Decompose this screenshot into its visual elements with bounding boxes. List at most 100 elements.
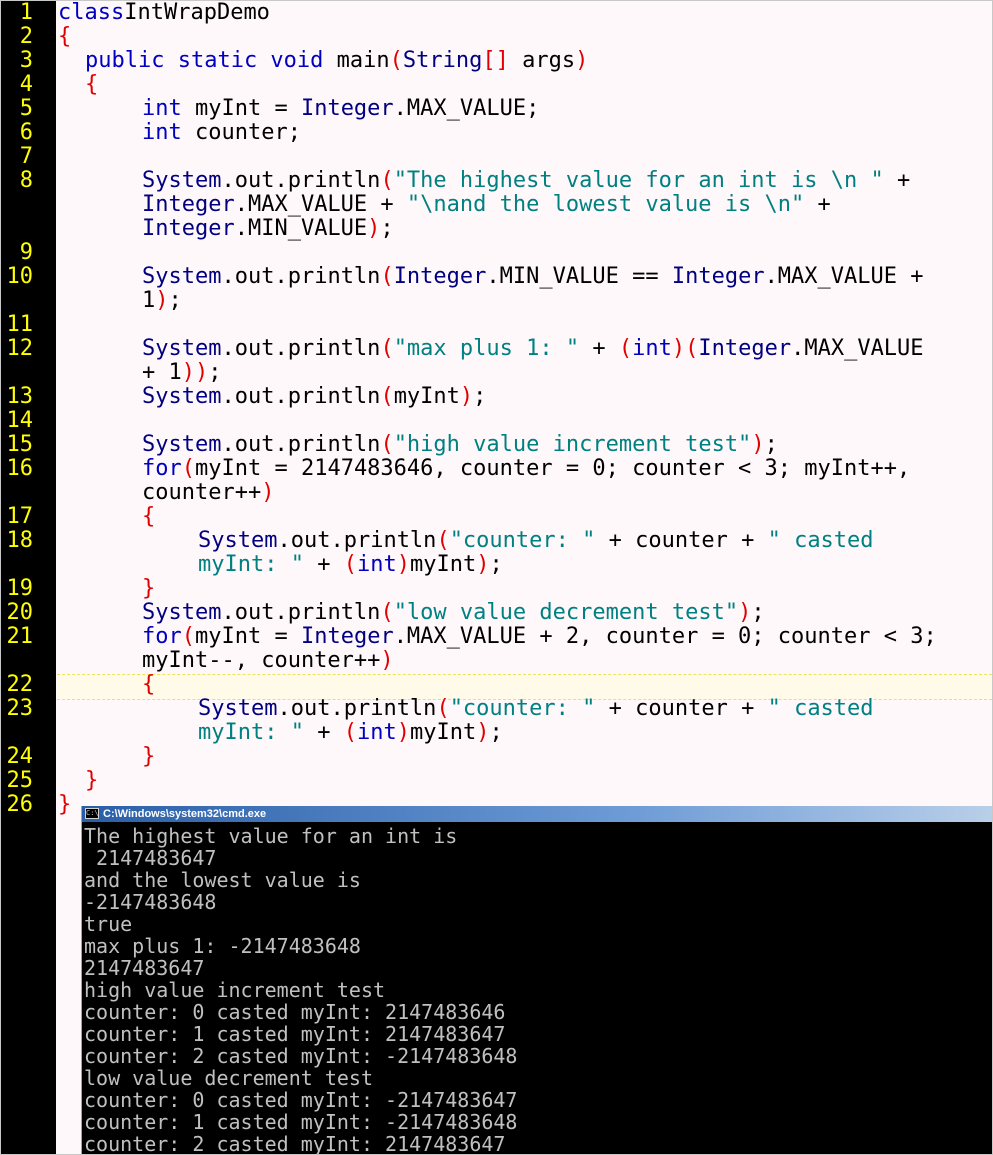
- console-output-line: The highest value for an int is: [84, 824, 458, 848]
- console-titlebar[interactable]: C:\ C:\Windows\system32\cmd.exe: [82, 806, 992, 822]
- code-line[interactable]: counter++): [1, 481, 992, 505]
- code-token: (: [181, 624, 195, 649]
- code-token: int: [142, 120, 195, 145]
- code-line[interactable]: 13 System.out.println(myInt);: [1, 385, 992, 409]
- code-token: {: [142, 672, 156, 697]
- code-token: .out.println: [221, 336, 381, 361]
- line-number: 16: [6, 456, 34, 481]
- code-line[interactable]: 24}: [1, 745, 992, 769]
- code-token: int: [356, 552, 397, 577]
- code-token: .out.println: [221, 168, 381, 193]
- code-text: System.out.println("counter: " + counter…: [198, 529, 874, 553]
- code-line[interactable]: + 1));: [1, 361, 992, 385]
- code-token: .out.println: [277, 696, 437, 721]
- code-text: {: [85, 73, 98, 97]
- code-line[interactable]: Integer.MIN_VALUE);: [1, 217, 992, 241]
- code-line[interactable]: 2{: [1, 25, 992, 49]
- code-line[interactable]: myInt--, counter++): [1, 649, 992, 673]
- code-line[interactable]: 16 for(myInt = 2147483646, counter = 0; c…: [1, 457, 992, 481]
- console-output: The highest value for an int is 21474836…: [84, 824, 989, 1155]
- code-line[interactable]: myInt: " + (int)myInt);: [1, 553, 992, 577]
- code-line[interactable]: 20 System.out.println("low value decremen…: [1, 601, 992, 625]
- line-number: 22: [6, 672, 34, 697]
- code-line[interactable]: 23 System.out.println("counter: " + count…: [1, 697, 992, 721]
- code-token: ;: [168, 288, 182, 313]
- code-token: Integer: [393, 264, 487, 289]
- code-token: Integer: [300, 624, 394, 649]
- line-number: 17: [6, 504, 34, 529]
- code-line[interactable]: 9: [1, 241, 992, 265]
- code-token: for: [142, 456, 182, 481]
- code-text: myInt: " + (int)myInt);: [198, 553, 503, 577]
- code-text: for(myInt = 2147483646, counter = 0; cou…: [142, 457, 910, 481]
- code-line[interactable]: Integer.MAX_VALUE + "\nand the lowest va…: [1, 193, 992, 217]
- code-token: }: [85, 768, 99, 793]
- code-text: Integer.MIN_VALUE);: [142, 217, 394, 241]
- code-token: .out.println: [221, 600, 381, 625]
- code-line[interactable]: 6 int counter;: [1, 121, 992, 145]
- console-window[interactable]: C:\ C:\Windows\system32\cmd.exe The high…: [81, 806, 992, 1155]
- code-line[interactable]: 18 System.out.println("counter: " + count…: [1, 529, 992, 553]
- code-token: IntWrapDemo: [124, 0, 270, 25]
- code-token: for: [142, 624, 182, 649]
- code-token: myInt =: [194, 96, 301, 121]
- code-line[interactable]: 10 System.out.println(Integer.MIN_VALUE =…: [1, 265, 992, 289]
- console-output-line: counter: 2 casted myInt: 2147483647: [84, 1132, 506, 1155]
- code-token: ): [751, 432, 765, 457]
- code-line[interactable]: myInt: " + (int)myInt);: [1, 721, 992, 745]
- code-text: }: [142, 577, 155, 601]
- code-line[interactable]: 21 for(myInt = Integer.MAX_VALUE + 2, cou…: [1, 625, 992, 649]
- code-line[interactable]: 22 {: [1, 673, 992, 697]
- code-token: (: [181, 456, 195, 481]
- code-text: System.out.println(Integer.MIN_VALUE == …: [142, 265, 924, 289]
- code-token: (: [380, 264, 394, 289]
- code-token: System: [142, 336, 222, 361]
- code-line[interactable]: 19}: [1, 577, 992, 601]
- code-token: +: [303, 552, 344, 577]
- code-token: (: [380, 600, 394, 625]
- code-line[interactable]: 25}: [1, 769, 992, 793]
- code-token: String: [402, 48, 483, 73]
- code-token: "counter: ": [449, 696, 596, 721]
- code-token: ): [476, 552, 490, 577]
- code-line[interactable]: 3 public static void main(String[] args): [1, 49, 992, 73]
- code-token: "high value increment test": [393, 432, 752, 457]
- code-text: }: [142, 745, 155, 769]
- code-token: int: [356, 720, 397, 745]
- code-token: .out.println: [277, 528, 437, 553]
- code-line[interactable]: 17 {: [1, 505, 992, 529]
- console-output-line: counter: 2 casted myInt: -2147483648: [84, 1044, 518, 1068]
- code-token: {: [58, 24, 72, 49]
- code-token: Integer: [698, 336, 792, 361]
- code-line[interactable]: 8 System.out.println("The highest value f…: [1, 169, 992, 193]
- code-line[interactable]: 15 System.out.println("high value increme…: [1, 433, 992, 457]
- code-token: + counter +: [595, 528, 768, 553]
- code-line[interactable]: 7: [1, 145, 992, 169]
- console-output-line: and the lowest value is: [84, 868, 361, 892]
- code-token: myInt =: [195, 624, 301, 649]
- code-token: .MIN_VALUE: [234, 216, 368, 241]
- code-token: (: [389, 48, 403, 73]
- console-output-line: counter: 0 casted myInt: -2147483647: [84, 1088, 518, 1112]
- code-line[interactable]: 1);: [1, 289, 992, 313]
- line-number: 3: [19, 48, 33, 73]
- code-line[interactable]: 5 int myInt = Integer.MAX_VALUE;: [1, 97, 992, 121]
- code-line[interactable]: 1 classIntWrapDemo: [1, 1, 992, 25]
- code-line[interactable]: 12 System.out.println("max plus 1: " + (i…: [1, 337, 992, 361]
- code-text: int myInt = Integer.MAX_VALUE;: [142, 97, 539, 121]
- code-token: " casted: [767, 696, 874, 721]
- code-token: myInt: [393, 384, 460, 409]
- console-output-line: counter: 1 casted myInt: 2147483647: [84, 1022, 506, 1046]
- code-line[interactable]: 4{: [1, 73, 992, 97]
- code-token: .MIN_VALUE ==: [486, 264, 672, 289]
- code-token: }: [142, 576, 156, 601]
- code-token: + counter +: [595, 696, 768, 721]
- code-line[interactable]: 11: [1, 313, 992, 337]
- line-number: 12: [6, 336, 34, 361]
- line-number: 10: [6, 264, 34, 289]
- code-line[interactable]: 14: [1, 409, 992, 433]
- code-token: .out.println: [221, 432, 381, 457]
- line-number: 14: [6, 408, 34, 433]
- code-token: System: [142, 264, 222, 289]
- code-token: counter;: [194, 120, 301, 145]
